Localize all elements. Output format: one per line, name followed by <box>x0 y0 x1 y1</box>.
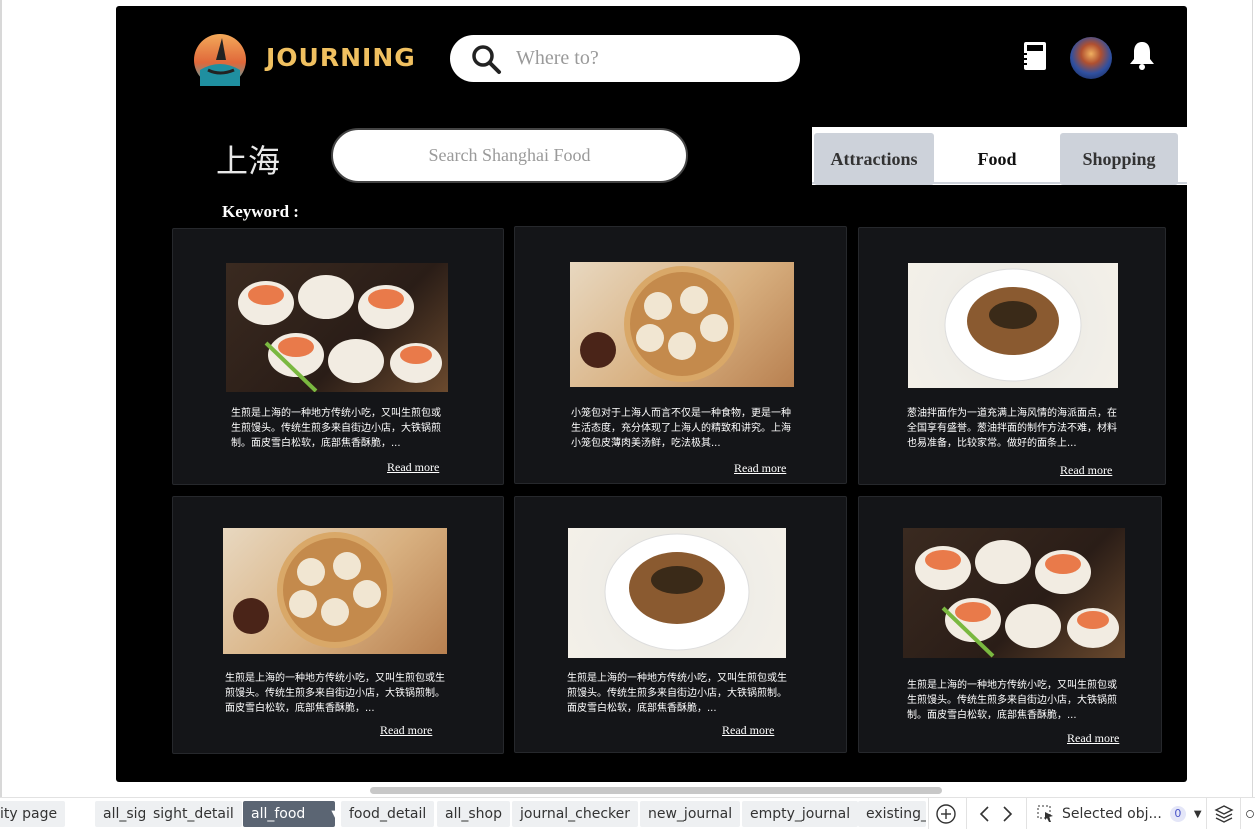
divider <box>1206 798 1207 829</box>
divider <box>1240 798 1241 829</box>
page-tab-active[interactable]: all_food ▼ <box>243 801 339 827</box>
page-tabs-bar: ity page all_sight sight_detail all_food… <box>0 797 1255 829</box>
food-card[interactable]: 生煎是上海的一种地方传统小吃，又叫生煎包或生煎馒头。传统生煎多来自街边小店，大铁… <box>172 496 504 754</box>
food-description: 生煎是上海的一种地方传统小吃，又叫生煎包或生煎馒头。传统生煎多来自街边小店，大铁… <box>907 680 1117 721</box>
read-more-link[interactable]: Read more <box>1060 463 1112 478</box>
add-page-icon[interactable] <box>935 801 957 827</box>
food-image-shengjian-buns <box>903 528 1125 658</box>
read-more-link[interactable]: Read more <box>734 461 786 476</box>
user-avatar[interactable] <box>1070 37 1112 79</box>
search-icon <box>472 45 501 74</box>
read-more-link[interactable]: Read more <box>1067 731 1119 746</box>
destination-search-input[interactable]: Where to? <box>450 35 800 82</box>
page-tab[interactable]: sight_detail <box>145 801 242 827</box>
horizontal-scrollbar[interactable] <box>370 787 942 794</box>
chevron-down-icon: ▼ <box>1193 808 1202 820</box>
page-tab[interactable]: empty_journal <box>742 801 859 827</box>
food-page-artboard: JOURNING Where to? 上海 Search Shanghai Fo… <box>116 6 1187 782</box>
logo-text: JOURNING <box>266 43 416 72</box>
page-tab[interactable]: food_detail <box>341 801 435 827</box>
divider <box>1026 798 1027 829</box>
layers-icon[interactable] <box>1214 801 1234 827</box>
food-card[interactable]: 小笼包对于上海人而言不仅是一种食物，更是一种生活态度，充分体现了上海人的精致和讲… <box>514 226 847 484</box>
food-image-xiaolongbao <box>223 528 447 654</box>
page-tab[interactable]: new_journal <box>640 801 741 827</box>
food-image-xiaolongbao <box>570 262 794 387</box>
tabs-underline <box>812 182 1187 184</box>
next-page-icon[interactable] <box>1002 801 1014 827</box>
settings-icon[interactable] <box>1245 801 1255 827</box>
prev-page-icon[interactable] <box>978 801 990 827</box>
keyword-label: Keyword : <box>222 202 299 221</box>
read-more-link[interactable]: Read more <box>387 460 439 475</box>
page-tab[interactable]: ity page <box>0 801 66 827</box>
design-canvas: JOURNING Where to? 上海 Search Shanghai Fo… <box>0 0 1255 829</box>
food-search-placeholder: Search Shanghai Food <box>428 145 591 165</box>
canvas-left-edge <box>0 0 2 800</box>
destination-search-placeholder: Where to? <box>516 47 599 69</box>
selected-objects-label: Selected obj... <box>1062 806 1162 822</box>
food-description: 生煎是上海的一种地方传统小吃，又叫生煎包或生煎馒头。传统生煎多来自街边小店，大铁… <box>225 673 445 714</box>
read-more-link[interactable]: Read more <box>722 723 774 738</box>
food-description: 生煎是上海的一种地方传统小吃，又叫生煎包或生煎馒头。传统生煎多来自街边小店，大铁… <box>231 408 441 449</box>
food-card[interactable]: 生煎是上海的一种地方传统小吃，又叫生煎包或生煎馒头。传统生煎多来自街边小店，大铁… <box>858 496 1162 753</box>
page-tab[interactable]: all_shop <box>437 801 510 827</box>
food-description: 小笼包对于上海人而言不仅是一种食物，更是一种生活态度，充分体现了上海人的精致和讲… <box>571 408 791 449</box>
city-title: 上海 <box>216 142 281 180</box>
selected-objects-dropdown[interactable]: Selected obj... 0 ▼ <box>1036 801 1202 827</box>
page-tab[interactable]: journal_checker <box>512 801 639 827</box>
divider <box>928 798 929 829</box>
canvas-right-edge <box>1252 0 1253 800</box>
tab-food[interactable]: Food <box>937 133 1057 185</box>
category-tabs: Attractions Food Shopping <box>812 127 1187 185</box>
selected-count-badge: 0 <box>1169 806 1186 822</box>
food-card[interactable]: 葱油拌面作为一道充满上海风情的海派面点，在全国享有盛誉。葱油拌面的制作方法不难，… <box>858 227 1166 485</box>
page-tab-label: all_food <box>251 806 306 822</box>
page-tab[interactable]: existing_ <box>858 801 926 827</box>
food-image-scallion-noodles <box>908 263 1118 388</box>
tab-shopping[interactable]: Shopping <box>1060 133 1178 185</box>
journal-icon[interactable] <box>1021 40 1049 72</box>
food-card[interactable]: 生煎是上海的一种地方传统小吃，又叫生煎包或生煎馒头。传统生煎多来自街边小店，大铁… <box>172 228 504 485</box>
food-image-shengjian-buns <box>226 263 448 392</box>
food-search-input[interactable]: Search Shanghai Food <box>331 128 688 183</box>
notification-bell-icon[interactable] <box>1128 40 1156 70</box>
read-more-link[interactable]: Read more <box>380 723 432 738</box>
food-card[interactable]: 生煎是上海的一种地方传统小吃，又叫生煎包或生煎馒头。传统生煎多来自街边小店，大铁… <box>514 496 847 753</box>
dropdown-caret-icon[interactable]: ▼ <box>331 809 339 820</box>
divider <box>966 798 967 829</box>
tab-attractions[interactable]: Attractions <box>814 133 934 185</box>
food-description: 葱油拌面作为一道充满上海风情的海派面点，在全国享有盛誉。葱油拌面的制作方法不难，… <box>907 408 1117 449</box>
selection-cursor-icon <box>1037 805 1053 822</box>
food-image-scallion-noodles <box>568 528 786 658</box>
food-description: 生煎是上海的一种地方传统小吃，又叫生煎包或生煎馒头。传统生煎多来自街边小店，大铁… <box>567 673 787 714</box>
